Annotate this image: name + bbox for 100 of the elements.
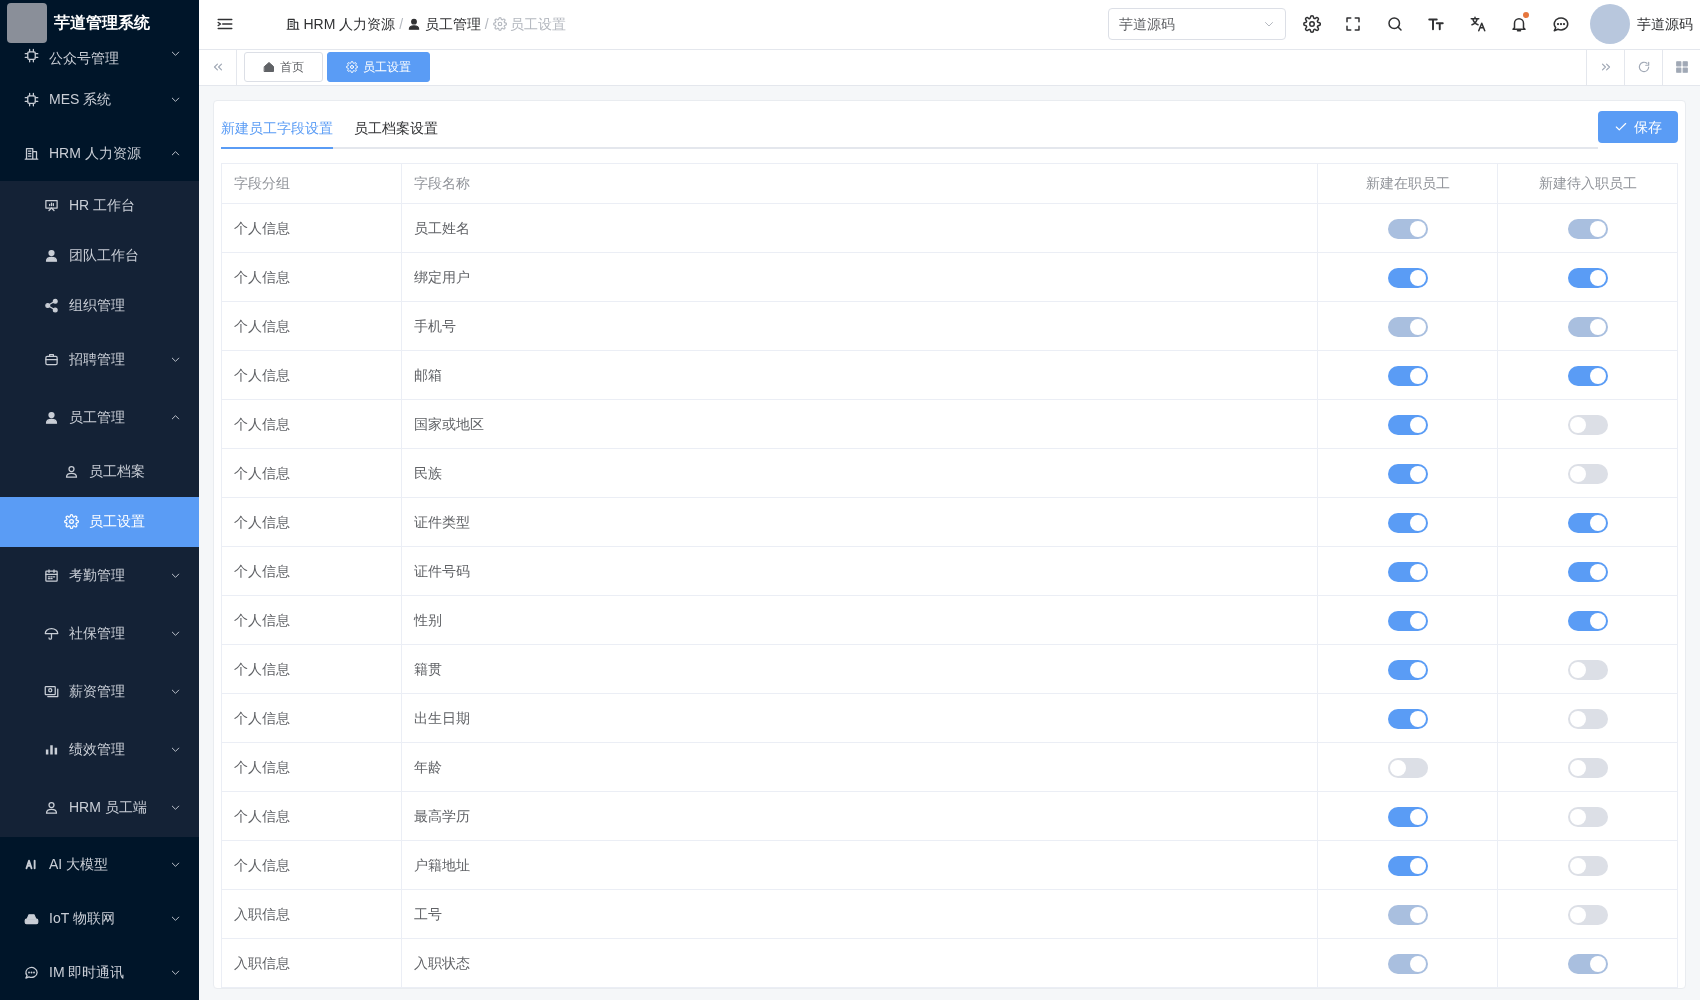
toggle-switch[interactable] bbox=[1567, 414, 1608, 435]
toggle-switch[interactable] bbox=[1567, 708, 1608, 729]
tenant-select[interactable]: 芋道源码 bbox=[1107, 8, 1286, 41]
toggle-switch[interactable] bbox=[1387, 414, 1428, 435]
settings-tab[interactable]: 员工档案设置 bbox=[354, 118, 438, 150]
sidebar-item[interactable]: MES 系统 bbox=[0, 72, 199, 127]
toggle-switch[interactable] bbox=[1387, 757, 1428, 778]
table-cell: 个人信息 bbox=[221, 448, 402, 498]
sidebar-item[interactable]: HR 工作台 bbox=[0, 180, 199, 231]
breadcrumb-item[interactable]: HRM 人力资源 bbox=[286, 13, 396, 35]
table-cell: 国家或地区 bbox=[401, 399, 1318, 449]
toggle-switch[interactable] bbox=[1567, 561, 1608, 582]
sidebar-item[interactable]: 绩效管理 bbox=[0, 720, 199, 779]
table-cell: 绑定用户 bbox=[401, 252, 1318, 302]
refresh-icon bbox=[1636, 60, 1651, 75]
user-name[interactable]: 芋道源码 bbox=[1637, 13, 1693, 35]
sidebar-item[interactable]: IM 即时通讯 bbox=[0, 945, 199, 1000]
table-cell: 入职信息 bbox=[221, 938, 402, 988]
table-cell: 个人信息 bbox=[221, 399, 402, 449]
avatar-image[interactable] bbox=[1590, 4, 1630, 45]
table-cell: 个人信息 bbox=[221, 742, 402, 792]
toggle-switch[interactable] bbox=[1567, 904, 1608, 925]
person-icon bbox=[407, 17, 422, 32]
grid-icon bbox=[1674, 60, 1689, 75]
column-header: 字段分组 bbox=[221, 163, 402, 204]
toggle-switch[interactable] bbox=[1567, 365, 1608, 386]
toggle-switch[interactable] bbox=[1387, 512, 1428, 533]
table-cell: 个人信息 bbox=[221, 350, 402, 400]
sidebar-item[interactable]: HRM 员工端 bbox=[0, 778, 199, 837]
fullscreen-icon bbox=[1344, 15, 1362, 34]
table-cell: 工号 bbox=[401, 889, 1318, 939]
search-icon bbox=[1385, 15, 1404, 34]
table-cell: 个人信息 bbox=[221, 252, 402, 302]
sidebar-item[interactable]: 招聘管理 bbox=[0, 330, 199, 389]
chat-icon bbox=[1551, 15, 1570, 34]
share-icon bbox=[44, 298, 59, 314]
sidebar-item[interactable]: IoT 物联网 bbox=[0, 891, 199, 946]
breadcrumb-item[interactable]: 员工管理 bbox=[407, 13, 481, 35]
sidebar-item[interactable]: 组织管理 bbox=[0, 280, 199, 331]
bar-chart-icon bbox=[44, 742, 59, 758]
chip-icon bbox=[24, 91, 39, 107]
table-cell: 证件类型 bbox=[401, 497, 1318, 547]
toggle-switch[interactable] bbox=[1567, 512, 1608, 533]
breadcrumb-separator: / bbox=[484, 14, 489, 34]
person-icon bbox=[44, 248, 59, 264]
sidebar-item[interactable]: AI 大模型 bbox=[0, 836, 199, 892]
table-cell: 个人信息 bbox=[221, 301, 402, 351]
banknote-icon bbox=[44, 684, 59, 700]
calendar-icon bbox=[44, 568, 59, 584]
table-cell: 入职状态 bbox=[401, 938, 1318, 988]
sidebar-item[interactable]: 公众号管理 bbox=[0, 46, 199, 73]
toggle-switch[interactable] bbox=[1387, 610, 1428, 631]
sidebar-item[interactable]: 薪资管理 bbox=[0, 662, 199, 721]
home-icon bbox=[263, 61, 275, 74]
translate-icon bbox=[1468, 15, 1487, 34]
table-cell: 邮箱 bbox=[401, 350, 1318, 400]
gear-icon bbox=[492, 17, 507, 32]
sidebar-item[interactable]: 社保管理 bbox=[0, 604, 199, 663]
table-cell: 个人信息 bbox=[221, 644, 402, 694]
breadcrumb-item: 员工设置 bbox=[492, 13, 567, 35]
table-cell: 年龄 bbox=[401, 742, 1318, 792]
toggle-switch[interactable] bbox=[1387, 365, 1428, 386]
toggle-switch[interactable] bbox=[1567, 463, 1608, 484]
person-icon bbox=[44, 800, 59, 816]
column-header: 新建待入职员工 bbox=[1497, 163, 1678, 204]
bell-icon bbox=[1510, 15, 1528, 34]
toggle-switch[interactable] bbox=[1387, 855, 1428, 876]
sidebar-item[interactable]: 员工档案 bbox=[0, 446, 199, 497]
table-cell: 个人信息 bbox=[221, 693, 402, 743]
toggle-switch[interactable] bbox=[1567, 610, 1608, 631]
toggle-switch[interactable] bbox=[1387, 806, 1428, 827]
toggle-switch[interactable] bbox=[1567, 659, 1608, 680]
chat-icon bbox=[24, 965, 39, 981]
toggle-switch[interactable] bbox=[1387, 708, 1428, 729]
toggle-switch[interactable] bbox=[1567, 855, 1608, 876]
building-icon bbox=[24, 146, 39, 162]
toggle-switch[interactable] bbox=[1567, 757, 1608, 778]
gear-icon bbox=[1302, 15, 1321, 34]
sidebar-item[interactable]: 考勤管理 bbox=[0, 546, 199, 605]
toggle-switch[interactable] bbox=[1387, 659, 1428, 680]
table-cell: 民族 bbox=[401, 448, 1318, 498]
toggle-switch[interactable] bbox=[1567, 267, 1608, 288]
table-cell: 性别 bbox=[401, 595, 1318, 645]
breadcrumb-separator: / bbox=[399, 14, 404, 34]
person-icon bbox=[44, 410, 59, 426]
toggle-switch[interactable] bbox=[1387, 267, 1428, 288]
sidebar-item[interactable]: 员工管理 bbox=[0, 388, 199, 447]
logo-image bbox=[7, 3, 47, 44]
sidebar-item[interactable]: HRM 人力资源 bbox=[0, 126, 199, 181]
table-cell: 户籍地址 bbox=[401, 840, 1318, 890]
toggle-switch[interactable] bbox=[1387, 463, 1428, 484]
table-cell: 最高学历 bbox=[401, 791, 1318, 841]
sidebar-item[interactable]: 团队工作台 bbox=[0, 230, 199, 281]
table-cell: 个人信息 bbox=[221, 546, 402, 596]
toggle-switch[interactable] bbox=[1567, 806, 1608, 827]
umbrella-icon bbox=[44, 626, 59, 642]
page-tab[interactable]: 首页 bbox=[244, 52, 323, 83]
toggle-switch[interactable] bbox=[1387, 561, 1428, 582]
person-icon bbox=[64, 464, 79, 480]
table-cell: 证件号码 bbox=[401, 546, 1318, 596]
